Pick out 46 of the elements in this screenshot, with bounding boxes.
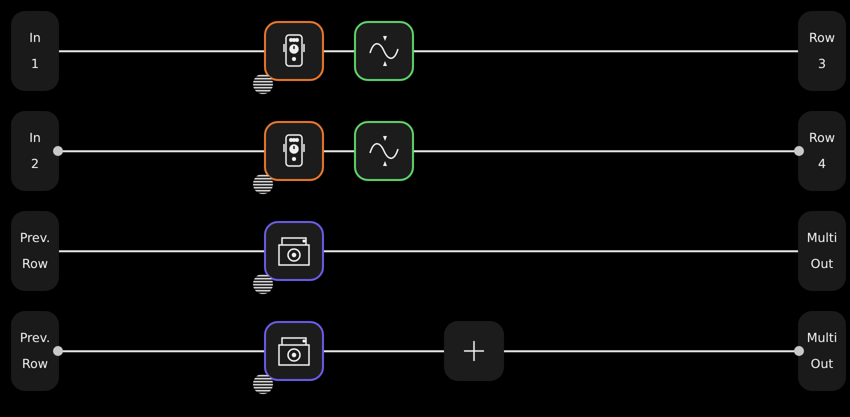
striped-badge-icon: [252, 73, 274, 95]
effect-block[interactable]: [354, 21, 414, 81]
endpoint-label: 2: [31, 155, 39, 173]
endpoint-label: Row: [809, 129, 835, 147]
effect-block[interactable]: [264, 21, 324, 81]
effect-block[interactable]: [264, 321, 324, 381]
input-endpoint[interactable]: Prev. Row: [11, 311, 59, 391]
connector-dot[interactable]: [53, 146, 63, 156]
striped-badge-icon: [252, 173, 274, 195]
connector-dot[interactable]: [794, 146, 804, 156]
endpoint-label: Row: [22, 255, 48, 273]
endpoint-label: Multi: [806, 229, 838, 247]
endpoint-label: Row: [22, 355, 48, 373]
plus-icon: [464, 341, 484, 361]
input-endpoint[interactable]: In 2: [11, 111, 59, 191]
effect-block[interactable]: [354, 121, 414, 181]
pedal-icon: [283, 134, 305, 168]
endpoint-label: In: [29, 29, 41, 47]
endpoint-label: Row: [809, 29, 835, 47]
pedal-icon: [283, 34, 305, 68]
endpoint-label: 4: [818, 155, 826, 173]
wave-icon: [368, 134, 400, 168]
add-block-button[interactable]: [444, 321, 504, 381]
endpoint-label: Prev.: [20, 229, 50, 247]
endpoint-label: Multi: [806, 329, 838, 347]
looper-icon: [277, 235, 311, 267]
effect-block[interactable]: [264, 121, 324, 181]
endpoint-label: Prev.: [20, 329, 50, 347]
connector-dot[interactable]: [53, 346, 63, 356]
input-endpoint[interactable]: In 1: [11, 11, 59, 91]
input-endpoint[interactable]: Prev. Row: [11, 211, 59, 291]
endpoint-label: Out: [810, 355, 834, 373]
endpoint-label: 3: [818, 55, 826, 73]
output-endpoint[interactable]: Multi Out: [798, 311, 846, 391]
endpoint-label: In: [29, 129, 41, 147]
output-endpoint[interactable]: Row 3: [798, 11, 846, 91]
output-endpoint[interactable]: Row 4: [798, 111, 846, 191]
effect-block[interactable]: [264, 221, 324, 281]
wave-icon: [368, 34, 400, 68]
striped-badge-icon: [252, 373, 274, 395]
looper-icon: [277, 335, 311, 367]
endpoint-label: 1: [31, 55, 39, 73]
endpoint-label: Out: [810, 255, 834, 273]
striped-badge-icon: [252, 273, 274, 295]
output-endpoint[interactable]: Multi Out: [798, 211, 846, 291]
connector-dot[interactable]: [794, 346, 804, 356]
